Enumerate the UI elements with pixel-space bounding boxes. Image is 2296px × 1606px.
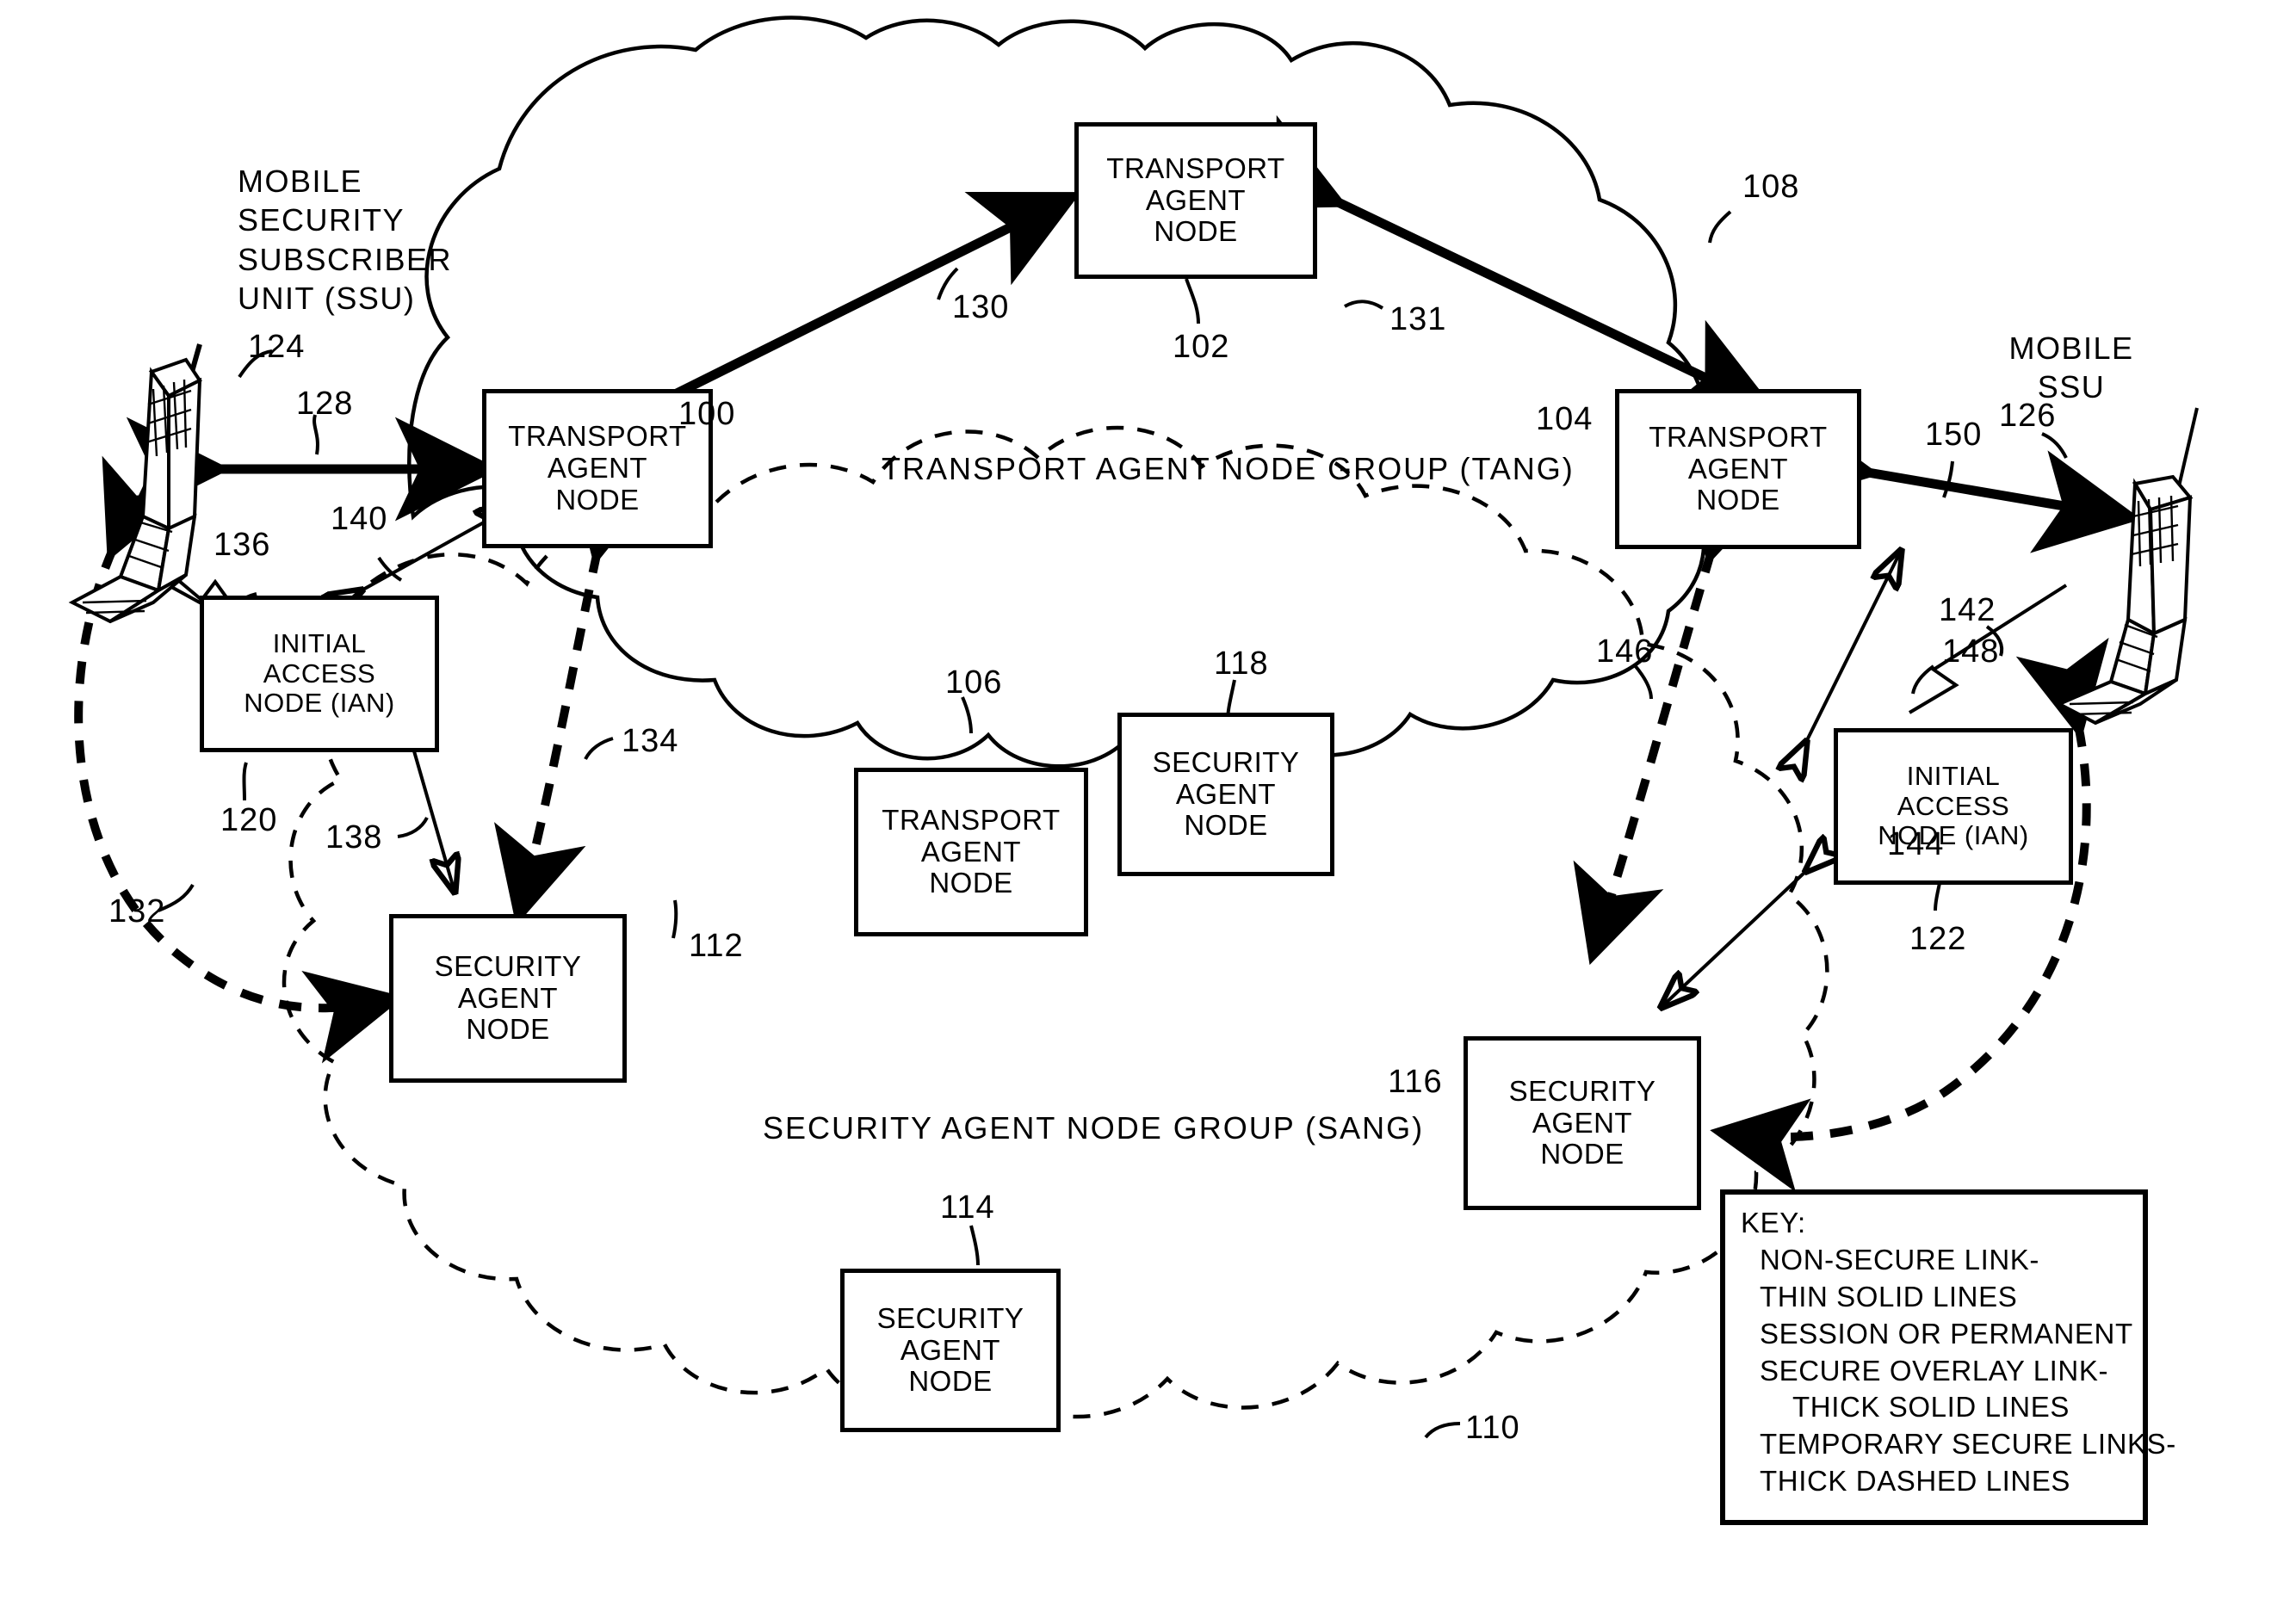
node-label-line: NODE (IAN) bbox=[244, 688, 395, 719]
key-line: THICK DASHED LINES bbox=[1760, 1465, 2071, 1498]
ref-numeral-112: 112 bbox=[689, 928, 744, 964]
ref-numeral-110: 110 bbox=[1465, 1410, 1520, 1446]
legend-key-box: KEY: NON-SECURE LINK- THIN SOLID LINES S… bbox=[1720, 1189, 2176, 1525]
node-label-line: NODE bbox=[466, 1013, 550, 1046]
ref-numeral-140: 140 bbox=[331, 501, 388, 537]
node-label-line: SECURITY bbox=[1152, 745, 1300, 778]
ref-numeral-130: 130 bbox=[952, 289, 1010, 325]
ref-numeral-118: 118 bbox=[1214, 645, 1269, 682]
node-label-line: AGENT bbox=[1145, 183, 1247, 216]
ref-numeral-120: 120 bbox=[220, 802, 278, 838]
node-label-line: NODE bbox=[1154, 215, 1238, 248]
caption-line: MOBILE bbox=[238, 164, 363, 199]
node-label-line: NODE bbox=[929, 867, 1013, 899]
node-label-line: INITIAL bbox=[1906, 760, 2001, 791]
node-label-line: ACCESS bbox=[263, 658, 376, 689]
figure-canvas: TRANSPORT AGENT NODE TRANSPORT AGENT NOD… bbox=[0, 0, 2296, 1606]
node-label-line: AGENT bbox=[920, 835, 1022, 868]
group-label-tang: TRANSPORT AGENT NODE GROUP (TANG) bbox=[882, 451, 1575, 486]
node-label-line: TRANSPORT bbox=[1106, 151, 1285, 184]
ref-numeral-148: 148 bbox=[1942, 633, 2000, 670]
node-label-line: INITIAL bbox=[272, 627, 367, 658]
node-security-agent-118[interactable]: SECURITY AGENT NODE bbox=[1117, 713, 1334, 876]
ref-numeral-144: 144 bbox=[1887, 826, 1945, 862]
node-label-line: AGENT bbox=[457, 981, 559, 1014]
node-transport-agent-102[interactable]: TRANSPORT AGENT NODE bbox=[1074, 122, 1317, 279]
node-label-line: SECURITY bbox=[1508, 1074, 1656, 1107]
node-label-line: AGENT bbox=[547, 452, 648, 485]
key-line: THIN SOLID LINES bbox=[1760, 1280, 2018, 1313]
node-initial-access-120[interactable]: INITIAL ACCESS NODE (IAN) bbox=[200, 596, 439, 752]
node-label-line: NODE bbox=[1540, 1138, 1625, 1171]
caption-line: MOBILE bbox=[2008, 330, 2134, 366]
node-label-line: NODE bbox=[908, 1365, 993, 1398]
mobile-phone-126 bbox=[2055, 407, 2199, 726]
link-134-tan100-san112 bbox=[493, 463, 661, 926]
caption-line: SECURITY bbox=[238, 202, 405, 238]
node-security-agent-116[interactable]: SECURITY AGENT NODE bbox=[1464, 1036, 1701, 1210]
node-label-line: NODE bbox=[555, 483, 640, 516]
node-security-agent-114[interactable]: SECURITY AGENT NODE bbox=[840, 1269, 1061, 1432]
link-150-tan104-ssu126 bbox=[1768, 405, 2142, 553]
group-label-sang: SECURITY AGENT NODE GROUP (SANG) bbox=[763, 1110, 1425, 1146]
ref-numeral-104: 104 bbox=[1536, 401, 1594, 437]
caption-mobile-ssu-right: MOBILE SSU bbox=[2002, 329, 2140, 407]
node-label-line: AGENT bbox=[1175, 777, 1277, 810]
node-label-line: SECURITY bbox=[434, 949, 582, 982]
node-label-line: SECURITY bbox=[876, 1301, 1024, 1334]
caption-line: SUBSCRIBER bbox=[238, 241, 453, 277]
ref-numeral-146: 146 bbox=[1596, 633, 1654, 670]
ref-numeral-100: 100 bbox=[678, 396, 736, 432]
ref-numeral-124: 124 bbox=[248, 329, 306, 365]
node-label-line: AGENT bbox=[900, 1333, 1001, 1366]
node-label-line: ACCESS bbox=[1897, 790, 2010, 821]
node-label-line: TRANSPORT bbox=[1649, 420, 1828, 453]
ref-numeral-131: 131 bbox=[1389, 301, 1447, 337]
link-148-ian122-tan104 bbox=[1806, 551, 1901, 742]
caption-mobile-ssu-left: MOBILE SECURITY SUBSCRIBER UNIT (SSU) bbox=[238, 162, 452, 318]
ref-numeral-132: 132 bbox=[108, 893, 166, 930]
node-label-line: TRANSPORT bbox=[882, 803, 1061, 836]
node-label-line: AGENT bbox=[1532, 1106, 1633, 1139]
ref-numeral-116: 116 bbox=[1388, 1064, 1443, 1100]
key-line: NON-SECURE LINK- bbox=[1760, 1243, 2039, 1276]
node-label-line: NODE bbox=[1184, 809, 1268, 842]
ref-numeral-122: 122 bbox=[1909, 921, 1967, 957]
ref-numeral-106: 106 bbox=[945, 664, 1003, 701]
ref-numeral-138: 138 bbox=[325, 819, 383, 856]
link-144-san116-ian122 bbox=[1662, 871, 1806, 1007]
key-line: TEMPORARY SECURE LINKS- bbox=[1760, 1428, 2176, 1461]
node-security-agent-112[interactable]: SECURITY AGENT NODE bbox=[389, 914, 627, 1083]
key-line: SESSION OR PERMANENT bbox=[1760, 1317, 2133, 1350]
ref-numeral-108: 108 bbox=[1742, 169, 1800, 205]
ref-numeral-102: 102 bbox=[1173, 329, 1230, 365]
node-label-line: TRANSPORT bbox=[508, 420, 687, 453]
key-line: SECURE OVERLAY LINK- bbox=[1760, 1354, 2109, 1387]
ref-numeral-128: 128 bbox=[296, 386, 354, 422]
mobile-phone-124 bbox=[68, 343, 202, 624]
node-transport-agent-104[interactable]: TRANSPORT AGENT NODE bbox=[1615, 389, 1861, 549]
ref-numeral-126: 126 bbox=[1999, 398, 2057, 434]
ref-numeral-136: 136 bbox=[214, 527, 271, 563]
node-initial-access-122[interactable]: INITIAL ACCESS NODE (IAN) bbox=[1834, 728, 2073, 885]
node-label-line: AGENT bbox=[1687, 452, 1789, 485]
caption-line: UNIT (SSU) bbox=[238, 281, 416, 317]
node-label-line: NODE bbox=[1696, 484, 1780, 516]
link-146-tan104-san116 bbox=[1573, 461, 1779, 966]
ref-numeral-114: 114 bbox=[940, 1189, 995, 1226]
ref-numeral-142: 142 bbox=[1939, 592, 1996, 628]
key-title: KEY: bbox=[1741, 1207, 1806, 1238]
ref-numeral-134: 134 bbox=[622, 723, 679, 759]
node-transport-agent-106[interactable]: TRANSPORT AGENT NODE bbox=[854, 768, 1088, 936]
ref-numeral-150: 150 bbox=[1925, 417, 1983, 453]
key-line: THICK SOLID LINES bbox=[1792, 1391, 2070, 1424]
